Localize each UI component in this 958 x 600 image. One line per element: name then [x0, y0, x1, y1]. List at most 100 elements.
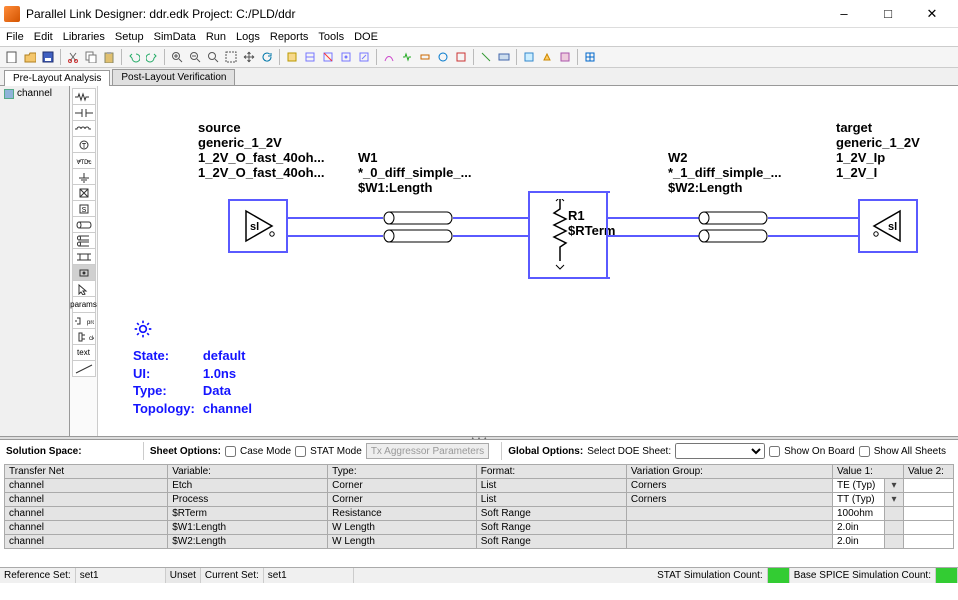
show-on-board-label: Show On Board — [784, 446, 855, 457]
palette-ground-icon[interactable] — [72, 168, 96, 185]
new-icon[interactable] — [4, 49, 20, 65]
palette-capacitor-icon[interactable] — [72, 104, 96, 121]
palette-pointer-icon[interactable] — [72, 280, 96, 297]
tool-c-icon[interactable] — [320, 49, 336, 65]
menu-run[interactable]: Run — [206, 31, 226, 43]
table-row[interactable]: channel$W2:LengthW LengthSoft Range2.0in — [5, 535, 954, 549]
tool-a-icon[interactable] — [284, 49, 300, 65]
undo-icon[interactable] — [126, 49, 142, 65]
pan-icon[interactable] — [241, 49, 257, 65]
refresh-icon[interactable] — [259, 49, 275, 65]
zoom-out-icon[interactable] — [187, 49, 203, 65]
table-row[interactable]: channelProcessCornerListCornersTT (Typ)▾ — [5, 493, 954, 507]
palette-subckt-icon[interactable]: ck — [72, 328, 96, 345]
palette-text-icon[interactable]: text — [72, 344, 96, 361]
tab-prelayout[interactable]: Pre-Layout Analysis — [4, 70, 110, 86]
col-variation-group[interactable]: Variation Group: — [626, 465, 832, 479]
case-mode-checkbox[interactable] — [225, 446, 236, 457]
tree-item-channel[interactable]: channel — [0, 86, 69, 101]
tab-postlayout[interactable]: Post-Layout Verification — [112, 69, 235, 85]
palette-x-icon[interactable] — [72, 184, 96, 201]
table-row[interactable]: channel$W1:LengthW LengthSoft Range2.0in — [5, 521, 954, 535]
zoom-in-icon[interactable] — [169, 49, 185, 65]
col-value2[interactable]: Value 2: — [904, 465, 954, 479]
case-mode-label: Case Mode — [240, 446, 291, 457]
tool-k-icon[interactable] — [478, 49, 494, 65]
show-on-board-checkbox[interactable] — [769, 446, 780, 457]
tool-p-icon[interactable] — [582, 49, 598, 65]
table-row[interactable]: channelEtchCornerListCornersTE (Typ)▾ — [5, 479, 954, 493]
base-sim-label: Base SPICE Simulation Count: — [790, 568, 936, 583]
palette-wire-icon[interactable] — [72, 360, 96, 377]
unset-button[interactable]: Unset — [166, 568, 201, 583]
tool-h-icon[interactable] — [417, 49, 433, 65]
copy-icon[interactable] — [83, 49, 99, 65]
save-icon[interactable] — [40, 49, 56, 65]
palette-diff-tline-icon[interactable] — [72, 232, 96, 249]
palette-resistor-icon[interactable] — [72, 88, 96, 105]
open-icon[interactable] — [22, 49, 38, 65]
tool-l-icon[interactable] — [496, 49, 512, 65]
svg-text:VTDc: VTDc — [76, 160, 91, 166]
solution-space-table: Transfer Net Variable: Type: Format: Var… — [4, 464, 954, 549]
menu-reports[interactable]: Reports — [270, 31, 309, 43]
doe-sheet-select[interactable] — [675, 443, 765, 459]
table-row[interactable]: channel$RTermResistanceSoft Range100ohm — [5, 507, 954, 521]
palette-inductor-icon[interactable] — [72, 120, 96, 137]
zoom-fit-icon[interactable] — [205, 49, 221, 65]
col-transfer-net[interactable]: Transfer Net — [5, 465, 168, 479]
show-all-sheets-checkbox[interactable] — [859, 446, 870, 457]
col-value1[interactable]: Value 1: — [833, 465, 904, 479]
palette-source-icon[interactable]: T — [72, 136, 96, 153]
cut-icon[interactable] — [65, 49, 81, 65]
wire — [768, 217, 858, 219]
menu-doe[interactable]: DOE — [354, 31, 378, 43]
tool-f-icon[interactable] — [381, 49, 397, 65]
tool-n-icon[interactable] — [539, 49, 555, 65]
tool-j-icon[interactable] — [453, 49, 469, 65]
tx-aggressor-button: Tx Aggressor Parameters — [366, 443, 489, 459]
palette-coupled-icon[interactable] — [72, 248, 96, 265]
tool-o-icon[interactable] — [557, 49, 573, 65]
wire — [608, 235, 700, 237]
menu-libraries[interactable]: Libraries — [63, 31, 105, 43]
tool-d-icon[interactable] — [338, 49, 354, 65]
menu-setup[interactable]: Setup — [115, 31, 144, 43]
palette-tline-icon[interactable] — [72, 216, 96, 233]
source-labels: source generic_1_2V 1_2V_O_fast_40oh... … — [198, 121, 324, 181]
maximize-button[interactable]: □ — [866, 0, 910, 28]
w1-component[interactable] — [383, 210, 453, 247]
tool-e-icon[interactable] — [356, 49, 372, 65]
w2-component[interactable] — [698, 210, 768, 247]
menu-simdata[interactable]: SimData — [154, 31, 196, 43]
menu-file[interactable]: File — [6, 31, 24, 43]
w2-len: $W2:Length — [668, 181, 781, 196]
palette-probe-icon[interactable]: probe — [72, 312, 96, 329]
schematic-canvas[interactable]: source generic_1_2V 1_2V_O_fast_40oh... … — [98, 86, 958, 436]
close-button[interactable]: ✕ — [910, 0, 954, 28]
col-format[interactable]: Format: — [476, 465, 626, 479]
palette-params-icon[interactable]: params — [72, 296, 96, 313]
menu-logs[interactable]: Logs — [236, 31, 260, 43]
tool-i-icon[interactable] — [435, 49, 451, 65]
menu-tools[interactable]: Tools — [318, 31, 344, 43]
redo-icon[interactable] — [144, 49, 160, 65]
gear-icon[interactable] — [133, 319, 153, 339]
r1-component[interactable] — [552, 199, 568, 274]
minimize-button[interactable]: – — [822, 0, 866, 28]
target-component[interactable]: sl — [858, 199, 918, 253]
palette-vsource-icon[interactable]: VTDc — [72, 152, 96, 169]
zoom-area-icon[interactable] — [223, 49, 239, 65]
paste-icon[interactable] — [101, 49, 117, 65]
col-variable[interactable]: Variable: — [168, 465, 328, 479]
tool-g-icon[interactable] — [399, 49, 415, 65]
tool-b-icon[interactable] — [302, 49, 318, 65]
stat-mode-checkbox[interactable] — [295, 446, 306, 457]
source-component[interactable]: sl — [228, 199, 288, 253]
palette-via-icon[interactable] — [72, 264, 96, 281]
palette-s-icon[interactable]: S — [72, 200, 96, 217]
show-all-sheets-label: Show All Sheets — [874, 446, 946, 457]
menu-edit[interactable]: Edit — [34, 31, 53, 43]
col-type[interactable]: Type: — [328, 465, 477, 479]
tool-m-icon[interactable] — [521, 49, 537, 65]
